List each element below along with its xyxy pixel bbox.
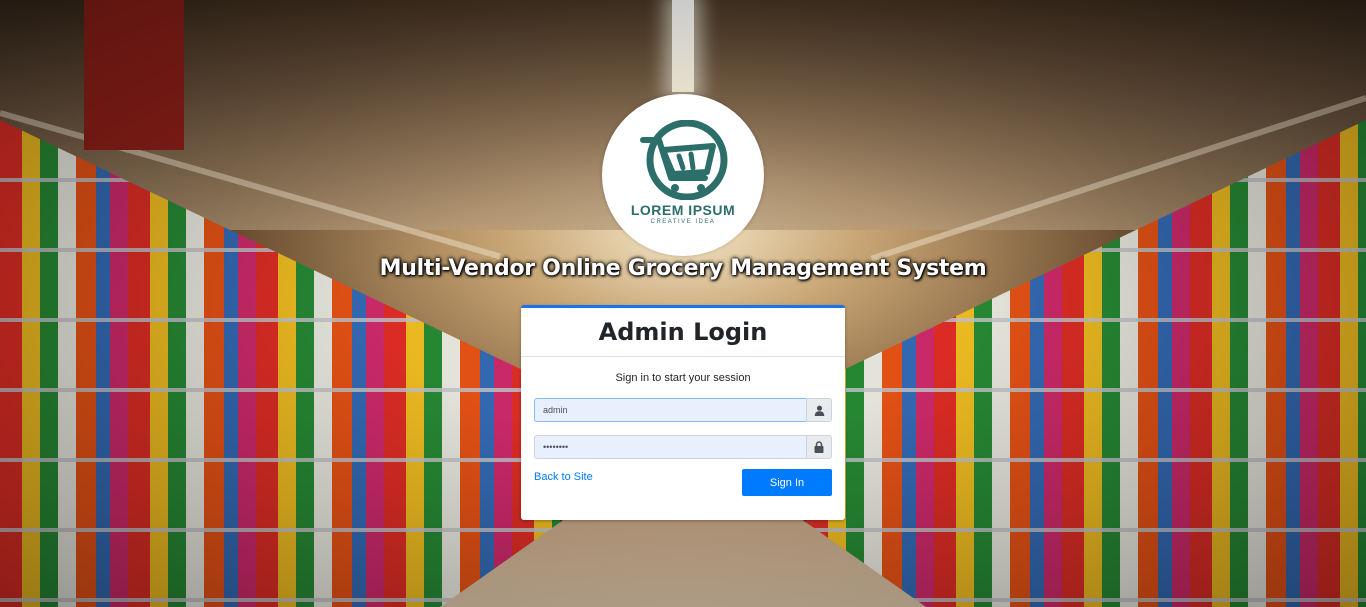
username-input[interactable] — [534, 398, 806, 422]
brand-logo: LOREM IPSUM CREATIVE IDEA — [602, 94, 764, 256]
username-group — [534, 398, 832, 422]
back-to-site-link[interactable]: Back to Site — [534, 471, 593, 483]
login-card: Admin Login Sign in to start your sessio… — [521, 305, 845, 520]
logo-subtext: CREATIVE IDEA — [650, 219, 716, 225]
password-input[interactable] — [534, 435, 806, 459]
username-addon — [806, 398, 832, 422]
system-title: Multi-Vendor Online Grocery Management S… — [379, 256, 987, 281]
user-icon — [814, 405, 824, 416]
login-title: Admin Login — [598, 318, 768, 346]
login-card-body: Sign in to start your session Back to Si… — [521, 372, 845, 496]
login-card-header: Admin Login — [521, 308, 845, 357]
password-group — [534, 435, 832, 459]
password-addon — [806, 435, 832, 459]
lock-icon — [814, 441, 824, 453]
shopping-cart-icon — [640, 120, 728, 200]
login-actions: Back to Site Sign In — [534, 469, 832, 496]
login-message: Sign in to start your session — [615, 372, 751, 384]
sign-in-button[interactable]: Sign In — [742, 469, 832, 496]
logo-text: LOREM IPSUM — [630, 202, 736, 218]
